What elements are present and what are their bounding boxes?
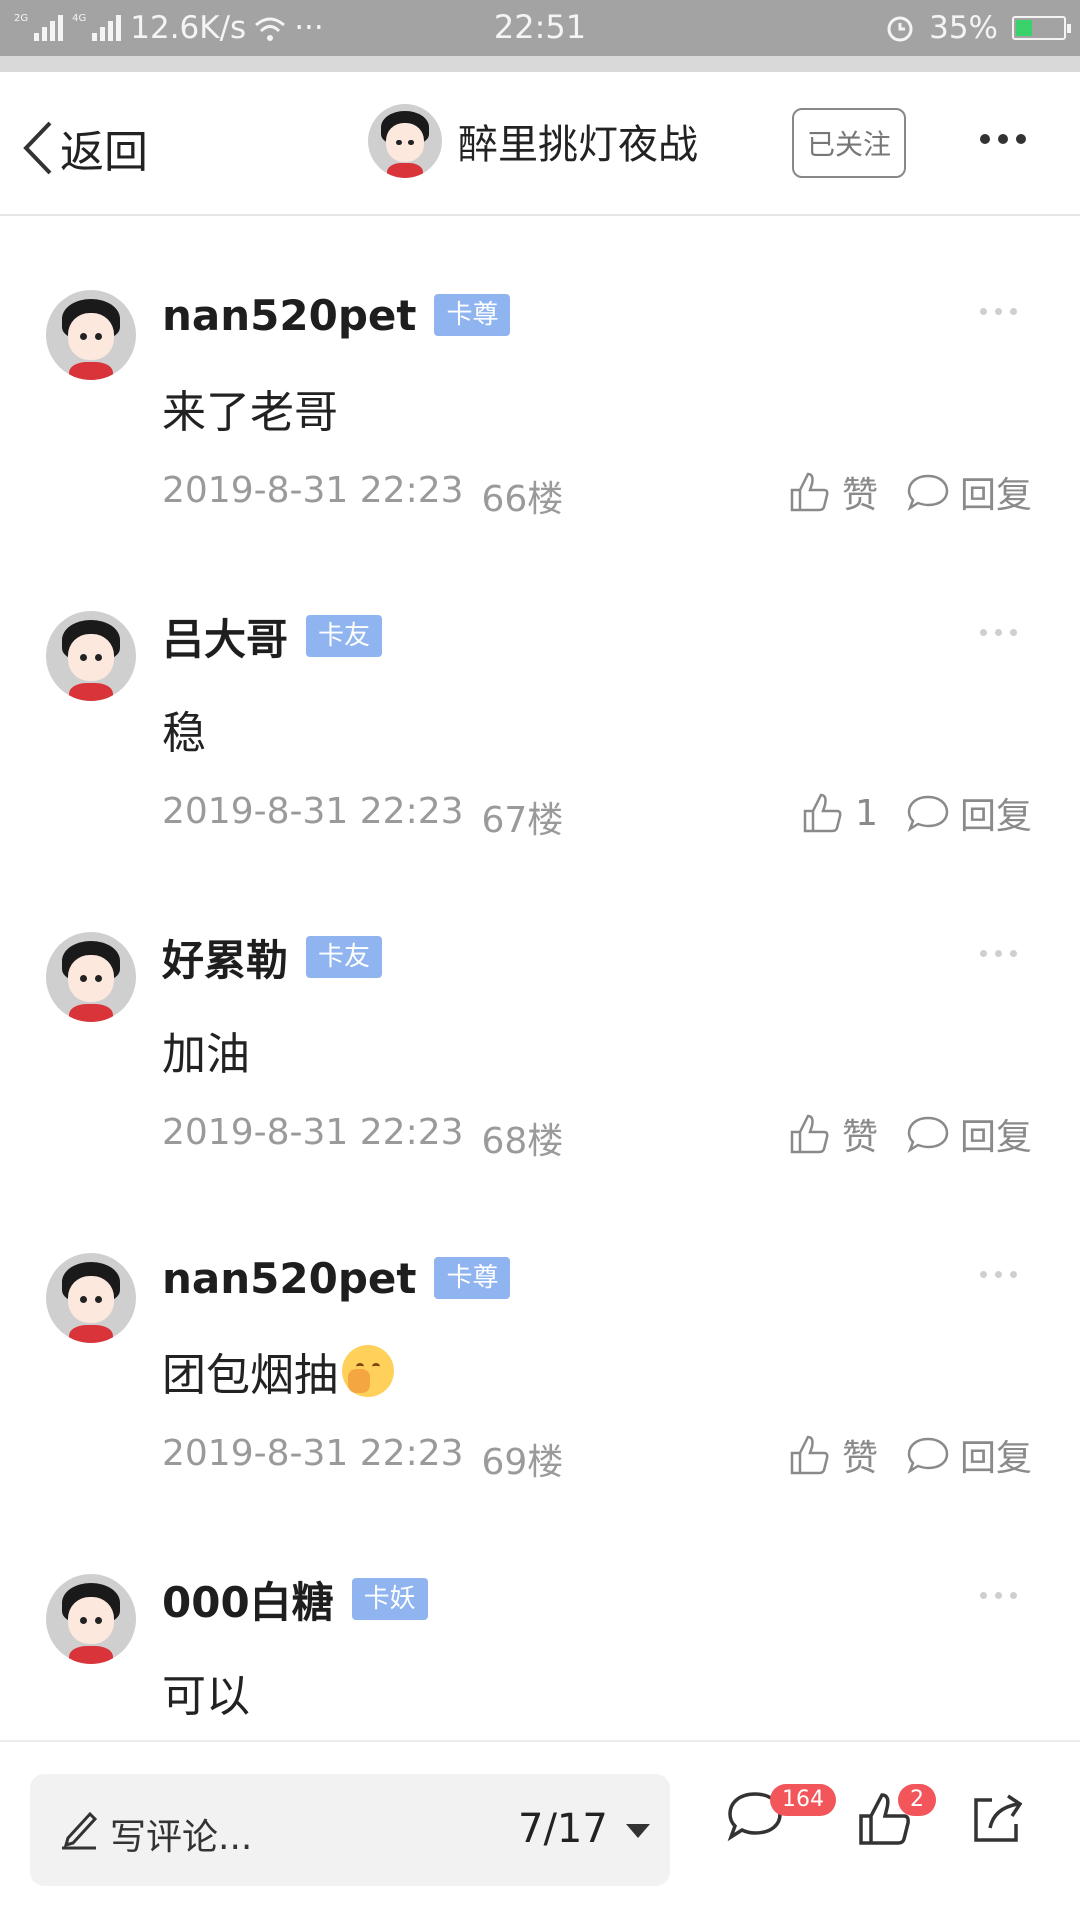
- comment-meta: 2019-8-31 22:23 67楼: [162, 791, 563, 843]
- thumbs-up-icon: [803, 793, 842, 833]
- reply-button[interactable]: 回复: [906, 1429, 1032, 1481]
- reply-button[interactable]: 回复: [906, 787, 1032, 839]
- status-divider: [0, 56, 1080, 72]
- comment-text: 可以: [162, 1671, 250, 1722]
- avatar[interactable]: [46, 1253, 136, 1343]
- thumbs-up-icon: [790, 472, 829, 512]
- username[interactable]: 000白糖: [162, 1569, 334, 1630]
- chevron-down-icon[interactable]: [626, 1824, 650, 1838]
- username[interactable]: 好累勒: [162, 927, 288, 988]
- username[interactable]: nan520pet: [162, 291, 416, 340]
- like-count: 1: [855, 792, 878, 834]
- user-level-badge: 卡友: [306, 936, 383, 978]
- author-name[interactable]: 醉里挑灯夜战: [458, 112, 698, 170]
- user-level-badge: 卡友: [306, 615, 383, 657]
- comment-more-button[interactable]: [980, 629, 1017, 636]
- comment-text: 加油: [162, 1029, 250, 1080]
- battery-level: [1016, 20, 1033, 36]
- like-label: 赞: [841, 1117, 878, 1158]
- comment-meta: 2019-8-31 22:23 69楼: [162, 1433, 563, 1485]
- reply-label: 回复: [959, 796, 1032, 837]
- back-button[interactable]: 返回: [20, 116, 148, 180]
- like-label: 赞: [841, 1438, 878, 1479]
- chat-bubble-icon: [907, 1116, 949, 1154]
- thumbs-up-icon: [790, 1114, 829, 1154]
- floor-number: 69楼: [481, 1442, 564, 1483]
- author-avatar[interactable]: [368, 104, 442, 178]
- back-label: 返回: [60, 127, 148, 178]
- username[interactable]: nan520pet: [162, 1254, 416, 1303]
- shushing-face-emoji: [342, 1345, 394, 1397]
- comment-item: 000白糖 卡妖 可以: [0, 1574, 1080, 1740]
- like-button[interactable]: 赞: [788, 1429, 878, 1481]
- like-button[interactable]: 赞: [788, 466, 878, 518]
- chevron-left-icon: [23, 121, 52, 175]
- chat-bubble-icon: [907, 474, 949, 512]
- comment-more-button[interactable]: [980, 1592, 1017, 1599]
- like-count-badge: 2: [898, 1784, 936, 1816]
- status-right: 35%: [885, 8, 1071, 48]
- floor-number: 66楼: [481, 479, 564, 520]
- avatar[interactable]: [46, 290, 136, 380]
- author-info[interactable]: 醉里挑灯夜战: [368, 104, 698, 178]
- comment-more-button[interactable]: [980, 308, 1017, 315]
- avatar[interactable]: [46, 611, 136, 701]
- avatar[interactable]: [46, 1574, 136, 1664]
- reply-label: 回复: [959, 475, 1032, 516]
- like-button[interactable]: 1: [801, 791, 878, 835]
- chat-bubble-icon: [907, 795, 949, 833]
- more-options-button[interactable]: [980, 134, 1026, 144]
- comment-text: 团包烟抽: [162, 1339, 394, 1403]
- pencil-icon: [62, 1811, 98, 1850]
- like-label: 赞: [841, 475, 878, 516]
- follow-button[interactable]: 已关注: [792, 108, 906, 178]
- thumbs-up-icon: [790, 1435, 829, 1475]
- reply-label: 回复: [959, 1117, 1032, 1158]
- status-bar: 2G 4G 12.6K/s ··· 22:51 35%: [0, 0, 1080, 56]
- comment-time: 2019-8-31 22:23: [162, 1433, 464, 1474]
- page-indicator[interactable]: 7/17: [518, 1806, 608, 1852]
- avatar[interactable]: [46, 932, 136, 1022]
- comment-text: 稳: [162, 708, 206, 759]
- username[interactable]: 吕大哥: [162, 606, 288, 667]
- battery-percent: 35%: [929, 10, 998, 46]
- comment-item: nan520pet 卡尊 团包烟抽 2019-8-31 22:23 69楼 赞 …: [0, 1253, 1080, 1573]
- comment-more-button[interactable]: [980, 950, 1017, 957]
- alarm-icon: [887, 16, 913, 42]
- user-level-badge: 卡妖: [351, 1578, 428, 1620]
- comment-item: nan520pet 卡尊 来了老哥 2019-8-31 22:23 66楼 赞 …: [0, 290, 1080, 610]
- chat-bubble-icon: [907, 1437, 949, 1475]
- comment-time: 2019-8-31 22:23: [162, 470, 464, 511]
- like-button[interactable]: 赞: [788, 1108, 878, 1160]
- share-button[interactable]: [968, 1790, 1026, 1852]
- comment-meta: 2019-8-31 22:23 68楼: [162, 1112, 563, 1164]
- comment-placeholder: 写评论...: [110, 1817, 253, 1858]
- comment-more-button[interactable]: [980, 1271, 1017, 1278]
- top-nav-bar: 返回 醉里挑灯夜战 已关注: [0, 72, 1080, 216]
- reply-button[interactable]: 回复: [906, 1108, 1032, 1160]
- share-icon: [974, 1794, 1023, 1842]
- floor-number: 68楼: [481, 1121, 564, 1162]
- bottom-action-bar: 写评论... 7/17 164 2: [0, 1740, 1080, 1920]
- user-level-badge: 卡尊: [434, 1257, 511, 1299]
- comment-time: 2019-8-31 22:23: [162, 791, 464, 832]
- comment-text: 来了老哥: [162, 387, 338, 438]
- comment-meta: 2019-8-31 22:23 66楼: [162, 470, 563, 522]
- user-level-badge: 卡尊: [434, 294, 511, 336]
- floor-number: 67楼: [481, 800, 564, 841]
- comment-item: 好累勒 卡友 加油 2019-8-31 22:23 68楼 赞 回复: [0, 932, 1080, 1252]
- battery-icon: [1012, 16, 1071, 40]
- comment-input[interactable]: 写评论... 7/17: [30, 1774, 670, 1886]
- comment-time: 2019-8-31 22:23: [162, 1112, 464, 1153]
- reply-button[interactable]: 回复: [906, 466, 1032, 518]
- comment-item: 吕大哥 卡友 稳 2019-8-31 22:23 67楼 1 回复: [0, 611, 1080, 931]
- comment-count-badge: 164: [770, 1784, 836, 1816]
- reply-label: 回复: [959, 1438, 1032, 1479]
